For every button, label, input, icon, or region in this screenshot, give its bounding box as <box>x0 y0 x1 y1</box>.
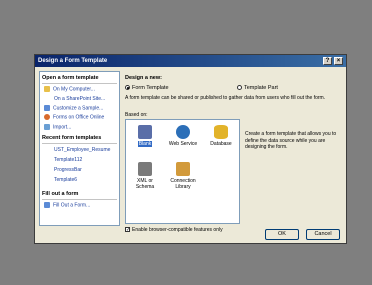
on-my-computer-link[interactable]: On My Computer... <box>44 86 95 92</box>
sharepoint-site-link[interactable]: On a SharePoint Site... <box>54 96 105 102</box>
recent-section-heading: Recent form templates <box>42 135 102 141</box>
recent-template-item[interactable]: ProgressBar <box>54 167 82 173</box>
design-form-template-dialog: Design a Form Template ? × Open a form t… <box>34 54 347 244</box>
sample-icon <box>44 105 50 111</box>
section-divider <box>42 143 117 144</box>
dialog-title-bar[interactable]: Design a Form Template <box>35 55 346 67</box>
template-description: Create a form template that allows you t… <box>245 131 337 150</box>
fill-out-form-link[interactable]: Fill Out a Form... <box>44 202 90 208</box>
blank-tile[interactable]: Blank <box>128 125 162 147</box>
recent-template-item[interactable]: Template112 <box>54 157 82 163</box>
recent-template-item[interactable]: UST_Employee_Resume <box>54 147 110 153</box>
form-icon <box>44 202 50 208</box>
cancel-button[interactable]: Cancel <box>306 229 340 240</box>
based-on-label: Based on: <box>125 112 148 118</box>
recent-template-item[interactable]: Template6 <box>54 177 77 183</box>
blank-form-icon <box>138 125 152 139</box>
ok-button[interactable]: OK <box>265 229 299 240</box>
design-heading: Design a new: <box>125 75 162 81</box>
fill-section-heading: Fill out a form <box>42 191 79 197</box>
intro-text: A form template can be shared or publish… <box>125 95 326 101</box>
radio-selected <box>125 85 130 91</box>
checkbox-checked: ✓ <box>125 227 131 234</box>
connection-library-icon <box>176 162 190 176</box>
template-part-radio[interactable]: Template Part <box>237 85 278 91</box>
connection-library-tile[interactable]: Connection Library <box>166 162 200 190</box>
import-link[interactable]: Import... <box>44 124 71 130</box>
help-button[interactable]: ? <box>323 57 332 65</box>
database-icon <box>214 125 228 139</box>
browser-compatible-checkbox[interactable]: ✓ Enable browser-compatible features only <box>125 227 223 233</box>
section-divider <box>42 83 117 84</box>
folder-icon <box>44 86 50 92</box>
import-icon <box>44 124 50 130</box>
form-template-radio[interactable]: Form Template <box>125 85 169 91</box>
design-pane: Design a new: Form Template Template Par… <box>125 71 344 233</box>
close-button[interactable]: × <box>334 57 343 65</box>
web-service-tile[interactable]: Web Service <box>166 125 200 147</box>
forms-on-office-online-link[interactable]: Forms on Office Online <box>44 114 104 120</box>
task-pane: Open a form template On My Computer... O… <box>39 71 120 226</box>
template-gallery: Blank Web Service Database XML or Schema… <box>125 119 240 224</box>
open-section-heading: Open a form template <box>42 75 99 81</box>
xml-schema-icon <box>138 162 152 176</box>
radio-unselected <box>237 85 242 91</box>
xml-schema-tile[interactable]: XML or Schema <box>128 162 162 190</box>
section-divider <box>42 199 117 200</box>
database-tile[interactable]: Database <box>204 125 238 147</box>
customize-sample-link[interactable]: Customize a Sample... <box>44 105 103 111</box>
web-service-icon <box>176 125 190 139</box>
dialog-title: Design a Form Template <box>38 58 108 64</box>
office-online-icon <box>44 114 50 120</box>
